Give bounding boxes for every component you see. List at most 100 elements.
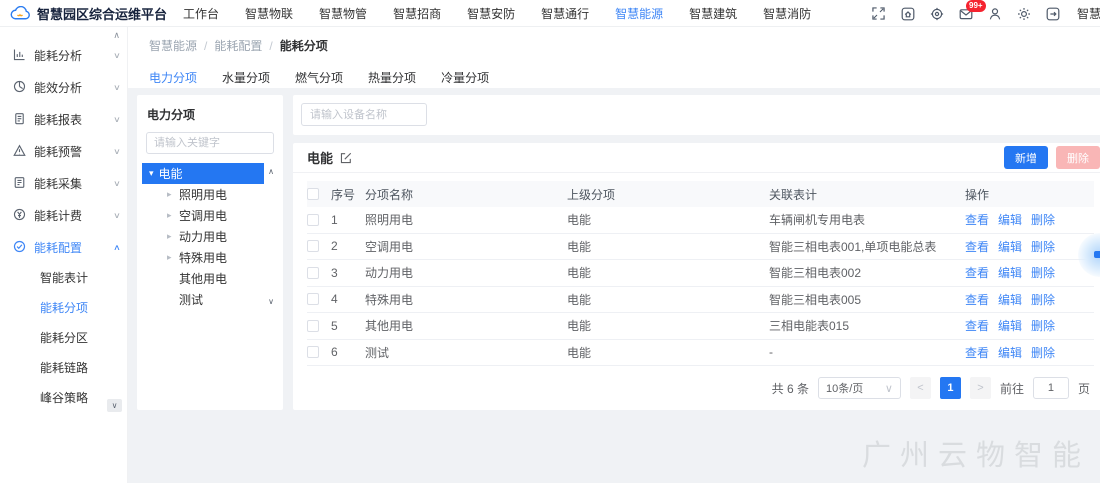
tree-scroll-up-icon[interactable]: ∧	[268, 167, 274, 176]
main-panel-header: 电能 新增 删除	[293, 143, 1100, 173]
add-button[interactable]: 新增	[1004, 146, 1048, 169]
topnav-item[interactable]: 工作台	[183, 5, 219, 22]
delete-link[interactable]: 删除	[1031, 291, 1055, 308]
edit-link[interactable]: 编辑	[998, 238, 1022, 255]
tree-node[interactable]: 其他用电	[146, 268, 274, 289]
sidebar-item-icon	[13, 176, 27, 190]
topnav-item[interactable]: 智慧物联	[245, 5, 293, 22]
delete-link[interactable]: 删除	[1031, 238, 1055, 255]
sidebar-subitem[interactable]: 智能表计	[0, 263, 127, 293]
row-checkbox[interactable]	[307, 346, 319, 358]
view-link[interactable]: 查看	[965, 344, 989, 361]
edit-icon[interactable]	[340, 152, 352, 164]
row-checkbox[interactable]	[307, 240, 319, 252]
topnav-item[interactable]: 智慧消防	[763, 5, 811, 22]
delete-button[interactable]: 删除	[1056, 146, 1100, 169]
delete-link[interactable]: 删除	[1031, 344, 1055, 361]
edit-link[interactable]: 编辑	[998, 291, 1022, 308]
top-icon-group: 99+ 智慧园区	[870, 0, 1100, 27]
sidebar-item[interactable]: 能效分析 ∨	[0, 71, 127, 103]
sidebar-subitem[interactable]: 能耗链路	[0, 353, 127, 383]
breadcrumb-item[interactable]: 能耗配置	[214, 37, 262, 54]
section-title: 电能	[307, 148, 333, 167]
current-page-button[interactable]: 1	[940, 377, 961, 399]
prev-page-button[interactable]	[910, 377, 931, 399]
home-icon[interactable]	[899, 5, 916, 22]
edit-link[interactable]: 编辑	[998, 317, 1022, 334]
topnav-item[interactable]: 智慧建筑	[689, 5, 737, 22]
topnav-item[interactable]: 智慧通行	[541, 5, 589, 22]
theme-sun-icon[interactable]	[1015, 5, 1032, 22]
row-checkbox[interactable]	[307, 293, 319, 305]
sidebar-scroll-down-icon[interactable]: ∨	[107, 399, 122, 412]
user-icon[interactable]	[986, 5, 1003, 22]
view-link[interactable]: 查看	[965, 291, 989, 308]
select-all-checkbox[interactable]	[307, 188, 319, 200]
chevron-icon: ∨	[113, 211, 121, 220]
row-checkbox[interactable]	[307, 214, 319, 226]
tree-node[interactable]: ▸ 特殊用电	[146, 247, 274, 268]
exit-icon[interactable]	[1044, 5, 1061, 22]
cell-name: 照明用电	[365, 211, 567, 228]
sidebar-scroll-up-icon[interactable]: ∧	[113, 30, 120, 41]
tab-item[interactable]: 热量分项	[368, 69, 416, 86]
breadcrumb-separator: /	[269, 39, 272, 53]
topnav-item[interactable]: 智慧物管	[319, 5, 367, 22]
sidebar-item[interactable]: 能耗预警 ∨	[0, 135, 127, 167]
goto-page-input[interactable]	[1033, 377, 1069, 399]
device-search-input[interactable]	[301, 103, 427, 126]
mail-icon[interactable]: 99+	[957, 5, 974, 22]
sidebar-item[interactable]: 能耗采集 ∨	[0, 167, 127, 199]
sidebar-subitem[interactable]: 能耗分项	[0, 293, 127, 323]
topnav-item[interactable]: 智慧能源	[615, 5, 663, 22]
breadcrumb-item[interactable]: 智慧能源	[149, 37, 197, 54]
settings-gear-icon[interactable]	[928, 5, 945, 22]
next-page-button[interactable]	[970, 377, 991, 399]
page-size-select[interactable]: 10条/页 ∨	[818, 377, 901, 399]
sidebar-item[interactable]: 能耗计费 ∨	[0, 199, 127, 231]
tab-item[interactable]: 水量分项	[222, 69, 270, 86]
topnav-item[interactable]: 智慧招商	[393, 5, 441, 22]
app-title: 智慧园区综合运维平台	[37, 4, 167, 23]
topnav-item[interactable]: 智慧安防	[467, 5, 515, 22]
edit-link[interactable]: 编辑	[998, 211, 1022, 228]
row-checkbox[interactable]	[307, 320, 319, 332]
cell-index: 3	[331, 266, 365, 280]
sidebar-item[interactable]: 能耗配置 ∧	[0, 231, 127, 263]
edit-link[interactable]: 编辑	[998, 344, 1022, 361]
view-link[interactable]: 查看	[965, 264, 989, 281]
tree-node-root[interactable]: ▾ 电能	[142, 163, 264, 184]
tree-node[interactable]: ▸ 动力用电	[146, 226, 274, 247]
tree-search-input[interactable]	[146, 132, 274, 154]
chevron-icon: ∨	[113, 51, 121, 60]
vendor-watermark: 广州云物智能	[862, 432, 1090, 474]
tree-node[interactable]: ▸ 照明用电	[146, 184, 274, 205]
delete-link[interactable]: 删除	[1031, 317, 1055, 334]
view-link[interactable]: 查看	[965, 317, 989, 334]
fullscreen-icon[interactable]	[870, 5, 887, 22]
delete-link[interactable]: 删除	[1031, 264, 1055, 281]
app-logo: 智慧园区综合运维平台	[0, 4, 179, 23]
view-link[interactable]: 查看	[965, 211, 989, 228]
sidebar-subitem[interactable]: 能耗分区	[0, 323, 127, 353]
tab-item[interactable]: 冷量分项	[441, 69, 489, 86]
delete-link[interactable]: 删除	[1031, 211, 1055, 228]
park-selector[interactable]: 智慧园区	[1077, 5, 1100, 22]
view-link[interactable]: 查看	[965, 238, 989, 255]
tab-bar: 电力分项 水量分项 燃气分项 热量分项 冷量分项	[128, 54, 1100, 86]
table-body: 1 照明用电 电能 车辆闸机专用电表 查看 编辑 删除 2 空调用电 电能 智能…	[307, 207, 1094, 366]
sidebar-item-icon	[13, 48, 27, 62]
tree-node[interactable]: ▸ 空调用电	[146, 205, 274, 226]
cell-name: 特殊用电	[365, 291, 567, 308]
sidebar-item[interactable]: 能耗报表 ∨	[0, 103, 127, 135]
cell-parent: 电能	[567, 238, 769, 255]
edit-link[interactable]: 编辑	[998, 264, 1022, 281]
sidebar-item-icon	[13, 240, 27, 254]
tab-item[interactable]: 电力分项	[149, 69, 197, 86]
tree-scroll-down-icon[interactable]: ∨	[268, 297, 274, 306]
sidebar-item[interactable]: 能耗分析 ∨	[0, 39, 127, 71]
top-bar: 智慧园区综合运维平台 工作台 智慧物联 智慧物管 智慧招商 智慧安防 智慧通行 智慧能源 智慧…	[0, 0, 1100, 27]
row-checkbox[interactable]	[307, 267, 319, 279]
tree-node[interactable]: 测试	[146, 289, 274, 310]
tab-item[interactable]: 燃气分项	[295, 69, 343, 86]
